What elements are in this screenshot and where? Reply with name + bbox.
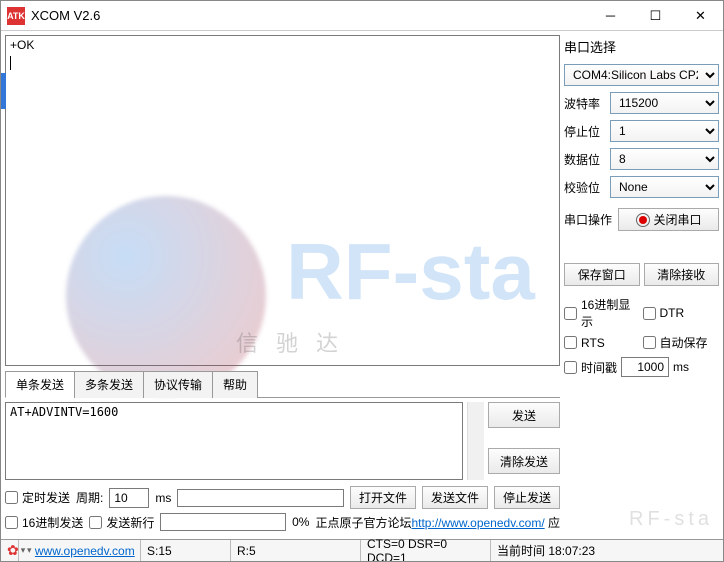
watermark-logo [66, 196, 266, 396]
timestamp-checkbox[interactable]: 时间戳 [564, 359, 617, 376]
watermark-text: RF-sta [286, 226, 535, 318]
file-path-field[interactable] [177, 489, 344, 507]
window-title: XCOM V2.6 [31, 8, 588, 23]
port-op-label: 串口操作 [564, 211, 612, 228]
save-window-button[interactable]: 保存窗口 [564, 263, 640, 286]
tabs: 单条发送 多条发送 协议传输 帮助 [5, 370, 560, 398]
parity-select[interactable]: None [610, 176, 719, 198]
port-select[interactable]: COM4:Silicon Labs CP2 [564, 64, 719, 86]
dtr-checkbox[interactable]: DTR [643, 296, 720, 330]
parity-label: 校验位 [564, 179, 606, 196]
period-input[interactable] [109, 488, 149, 508]
baud-label: 波特率 [564, 95, 606, 112]
serial-section-title: 串口选择 [564, 37, 719, 56]
tab-single-send[interactable]: 单条发送 [5, 371, 75, 398]
send-input[interactable]: AT+ADVINTV=1600 [5, 402, 463, 480]
close-button[interactable]: ✕ [678, 1, 723, 30]
maximize-button[interactable]: ☐ [633, 1, 678, 30]
output-text: +OK [10, 38, 555, 52]
input-scrollbar[interactable] [467, 402, 484, 480]
period-label: 周期: [76, 489, 103, 506]
status-recv: R:5 [231, 540, 361, 561]
timed-send-checkbox[interactable]: 定时发送 [5, 489, 70, 506]
progress-text: 0% [292, 515, 309, 529]
stopbit-label: 停止位 [564, 123, 606, 140]
forum-link[interactable]: 正点原子官方论坛http://www.openedv.com/ 应 [315, 514, 560, 531]
period-unit: ms [155, 491, 171, 505]
clear-send-button[interactable]: 清除发送 [488, 448, 560, 474]
status-signals: CTS=0 DSR=0 DCD=1 [361, 540, 491, 561]
port-toggle-button[interactable]: 关闭串口 [618, 208, 719, 231]
open-file-button[interactable]: 打开文件 [350, 486, 416, 509]
status-time: 当前时间 18:07:23 [491, 540, 723, 561]
clear-rx-button[interactable]: 清除接收 [644, 263, 720, 286]
send-button[interactable]: 发送 [488, 402, 560, 428]
send-newline-checkbox[interactable]: 发送新行 [89, 514, 154, 531]
watermark-sub: 信驰达 [236, 326, 356, 358]
timestamp-interval-input[interactable] [621, 357, 669, 377]
tab-multi-send[interactable]: 多条发送 [74, 371, 144, 398]
titlebar: ATK XCOM V2.6 ─ ☐ ✕ [1, 1, 723, 31]
settings-gear-icon[interactable]: ✿▾ [1, 540, 19, 561]
port-status-indicator [636, 213, 650, 227]
baud-select[interactable]: 115200 [610, 92, 719, 114]
stop-send-button[interactable]: 停止发送 [494, 486, 560, 509]
hex-send-checkbox[interactable]: 16进制发送 [5, 514, 83, 531]
app-icon: ATK [7, 7, 25, 25]
progress-bar [160, 513, 286, 531]
rts-checkbox[interactable]: RTS [564, 334, 641, 351]
tab-protocol[interactable]: 协议传输 [143, 371, 213, 398]
send-file-button[interactable]: 发送文件 [422, 486, 488, 509]
status-sent: S:15 [141, 540, 231, 561]
statusbar: ✿▾ ▾ www.openedv.com S:15 R:5 CTS=0 DSR=… [1, 539, 723, 561]
autosave-checkbox[interactable]: 自动保存 [643, 334, 720, 351]
output-area[interactable]: +OK RF-sta 信驰达 [5, 35, 560, 366]
minimize-button[interactable]: ─ [588, 1, 633, 30]
tab-help[interactable]: 帮助 [212, 371, 258, 398]
left-edge [1, 31, 6, 539]
stopbit-select[interactable]: 1 [610, 120, 719, 142]
hex-display-checkbox[interactable]: 16进制显示 [564, 296, 641, 330]
timestamp-unit: ms [673, 360, 689, 374]
text-cursor [10, 56, 11, 70]
databit-label: 数据位 [564, 151, 606, 168]
site-link[interactable]: ▾ www.openedv.com [19, 540, 141, 561]
databit-select[interactable]: 8 [610, 148, 719, 170]
